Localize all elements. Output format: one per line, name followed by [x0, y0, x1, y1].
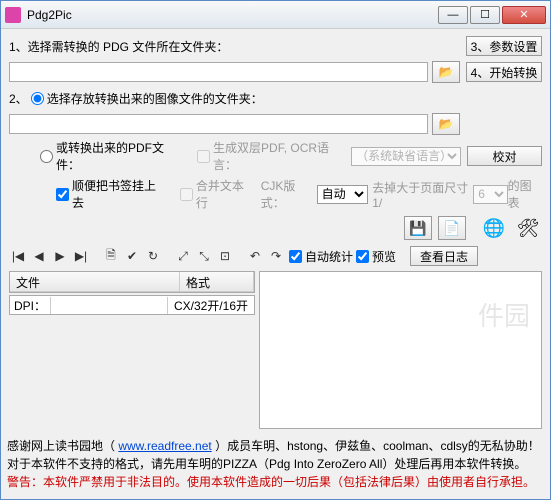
- merge-line-check: [180, 188, 193, 201]
- step2-label: 选择存放转换出来的图像文件的文件夹：: [47, 90, 263, 107]
- last-button[interactable]: ▶|: [72, 247, 90, 265]
- close-button[interactable]: ✕: [502, 6, 546, 24]
- bookmark-label: 顺便把书签挂上去: [72, 177, 164, 211]
- start-button[interactable]: 4、开始转换: [466, 62, 542, 82]
- source-path-input[interactable]: [9, 62, 428, 82]
- list-header: 文件 格式: [10, 272, 254, 292]
- readfree-link[interactable]: www.readfree.net: [118, 439, 211, 453]
- preview-check[interactable]: [356, 250, 369, 263]
- footer-1a: 感谢网上读书园地（: [7, 439, 118, 453]
- browse-dest-button[interactable]: 📂: [432, 113, 460, 135]
- chart-suffix-label: 的图表: [508, 177, 542, 211]
- save-button[interactable]: 💾: [404, 216, 432, 240]
- merge-line-label: 合并文本行: [196, 177, 253, 211]
- minimize-button[interactable]: —: [438, 6, 468, 24]
- step1-label: 1、选择需转换的 PDG 文件所在文件夹：: [9, 38, 228, 55]
- pdf-radio-label: 或转换出来的PDF文件：: [56, 139, 186, 173]
- dual-pdf-label: 生成双层PDF, OCR语言：: [213, 139, 351, 173]
- zoom-in-button[interactable]: ⤢: [174, 247, 192, 265]
- rotate-right-button[interactable]: ↷: [267, 247, 285, 265]
- nav-toolbar: |◀ ◀ ▶ ▶| 🗎 ✔ ↻ ⤢ ⤡ ⊡ ↶ ↷: [9, 245, 285, 267]
- view-log-button[interactable]: 查看日志: [410, 246, 478, 266]
- preview-pane: [259, 271, 542, 429]
- next-button[interactable]: ▶: [51, 247, 69, 265]
- cjk-select[interactable]: 自动: [317, 185, 369, 204]
- folder-icon: 📂: [439, 117, 454, 131]
- refresh-button[interactable]: ↻: [144, 247, 162, 265]
- fit-button[interactable]: ⊡: [216, 247, 234, 265]
- dpi-label: DPI：: [10, 297, 51, 314]
- doc-button[interactable]: 🗎: [102, 247, 120, 265]
- autostat-check[interactable]: [289, 250, 302, 263]
- file-col-header[interactable]: 文件: [10, 272, 180, 291]
- dest-path-input[interactable]: [9, 114, 428, 134]
- rotate-left-button[interactable]: ↶: [246, 247, 264, 265]
- footer-2: 对于本软件不支持的格式，请先用车明的PIZZA（Pdg Into ZeroZer…: [7, 455, 544, 473]
- pdf-icon: 📄: [443, 220, 460, 237]
- ocr-lang-select: （系统缺省语言）: [351, 147, 461, 166]
- format-col-header[interactable]: 格式: [180, 272, 254, 291]
- footer: 感谢网上读书园地（ www.readfree.net ）成员车明、hstong、…: [1, 433, 550, 499]
- browse-source-button[interactable]: 📂: [432, 61, 460, 83]
- check-button[interactable]: ✔: [123, 247, 141, 265]
- proofread-button[interactable]: 校对: [467, 146, 542, 166]
- app-window: Pdg2Pic — ☐ ✕ 1、选择需转换的 PDG 文件所在文件夹： 3、参数…: [0, 0, 551, 500]
- save-icon: 💾: [409, 220, 426, 237]
- zoom-out-button[interactable]: ⤡: [195, 247, 213, 265]
- titlebar: Pdg2Pic — ☐ ✕: [1, 1, 550, 29]
- dpi-bar: DPI： CX/32开/16开: [9, 295, 255, 315]
- window-title: Pdg2Pic: [27, 8, 438, 22]
- globe-icon[interactable]: 🌐: [480, 215, 508, 241]
- params-button[interactable]: 3、参数设置: [466, 36, 542, 56]
- output-pdf-radio[interactable]: [40, 150, 53, 163]
- dual-pdf-check: [197, 150, 210, 163]
- output-image-radio[interactable]: [31, 92, 44, 105]
- export-pdf-button[interactable]: 📄: [438, 216, 466, 240]
- file-list[interactable]: 文件 格式: [9, 271, 255, 293]
- footer-1b: ）成员车明、hstong、伊兹鱼、coolman、cdlsy的无私协助！: [215, 439, 540, 453]
- prev-button[interactable]: ◀: [30, 247, 48, 265]
- maximize-button[interactable]: ☐: [470, 6, 500, 24]
- cjk-label: CJK版式：: [261, 177, 317, 211]
- autostat-label: 自动统计: [305, 248, 353, 265]
- folder-icon: 📂: [439, 65, 454, 79]
- first-button[interactable]: |◀: [9, 247, 27, 265]
- tools-icon[interactable]: 🛠: [514, 215, 542, 241]
- footer-warning: 警告：本软件严禁用于非法目的。使用本软件造成的一切后果（包括法律后果）由使用者自…: [7, 473, 544, 491]
- fraction-select: 6: [473, 185, 507, 204]
- cx-label: CX/32开/16开: [167, 297, 254, 314]
- preview-label: 预览: [372, 248, 396, 265]
- step2-prefix: 2、: [9, 90, 28, 107]
- cutsize-label: 去掉大于页面尺寸1/: [372, 179, 473, 210]
- bookmark-check[interactable]: [56, 188, 69, 201]
- app-icon: [5, 7, 21, 23]
